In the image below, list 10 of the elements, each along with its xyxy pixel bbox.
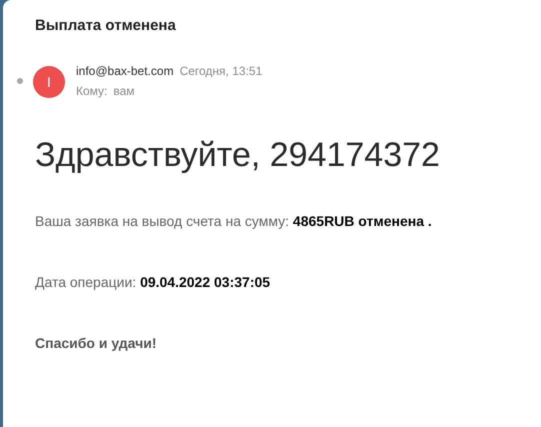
recipient-label: Кому: — [76, 84, 108, 98]
greeting-heading: Здравствуйте, 294174372 — [35, 136, 440, 175]
received-time: Сегодня, 13:51 — [180, 64, 262, 78]
sender-email[interactable]: info@bax-bet.com — [76, 64, 174, 78]
recipient: вам — [113, 84, 135, 98]
email-subject: Выплата отменена — [35, 17, 176, 34]
sender-avatar: I — [33, 66, 65, 98]
message-text: Дата операции: 09.04.2022 03:37:05 — [35, 274, 270, 290]
message-text: Ваша заявка на вывод счета на сумму: 4865RUB отменена . — [35, 213, 432, 229]
closing-text: Спасибо и удачи! — [35, 335, 156, 351]
